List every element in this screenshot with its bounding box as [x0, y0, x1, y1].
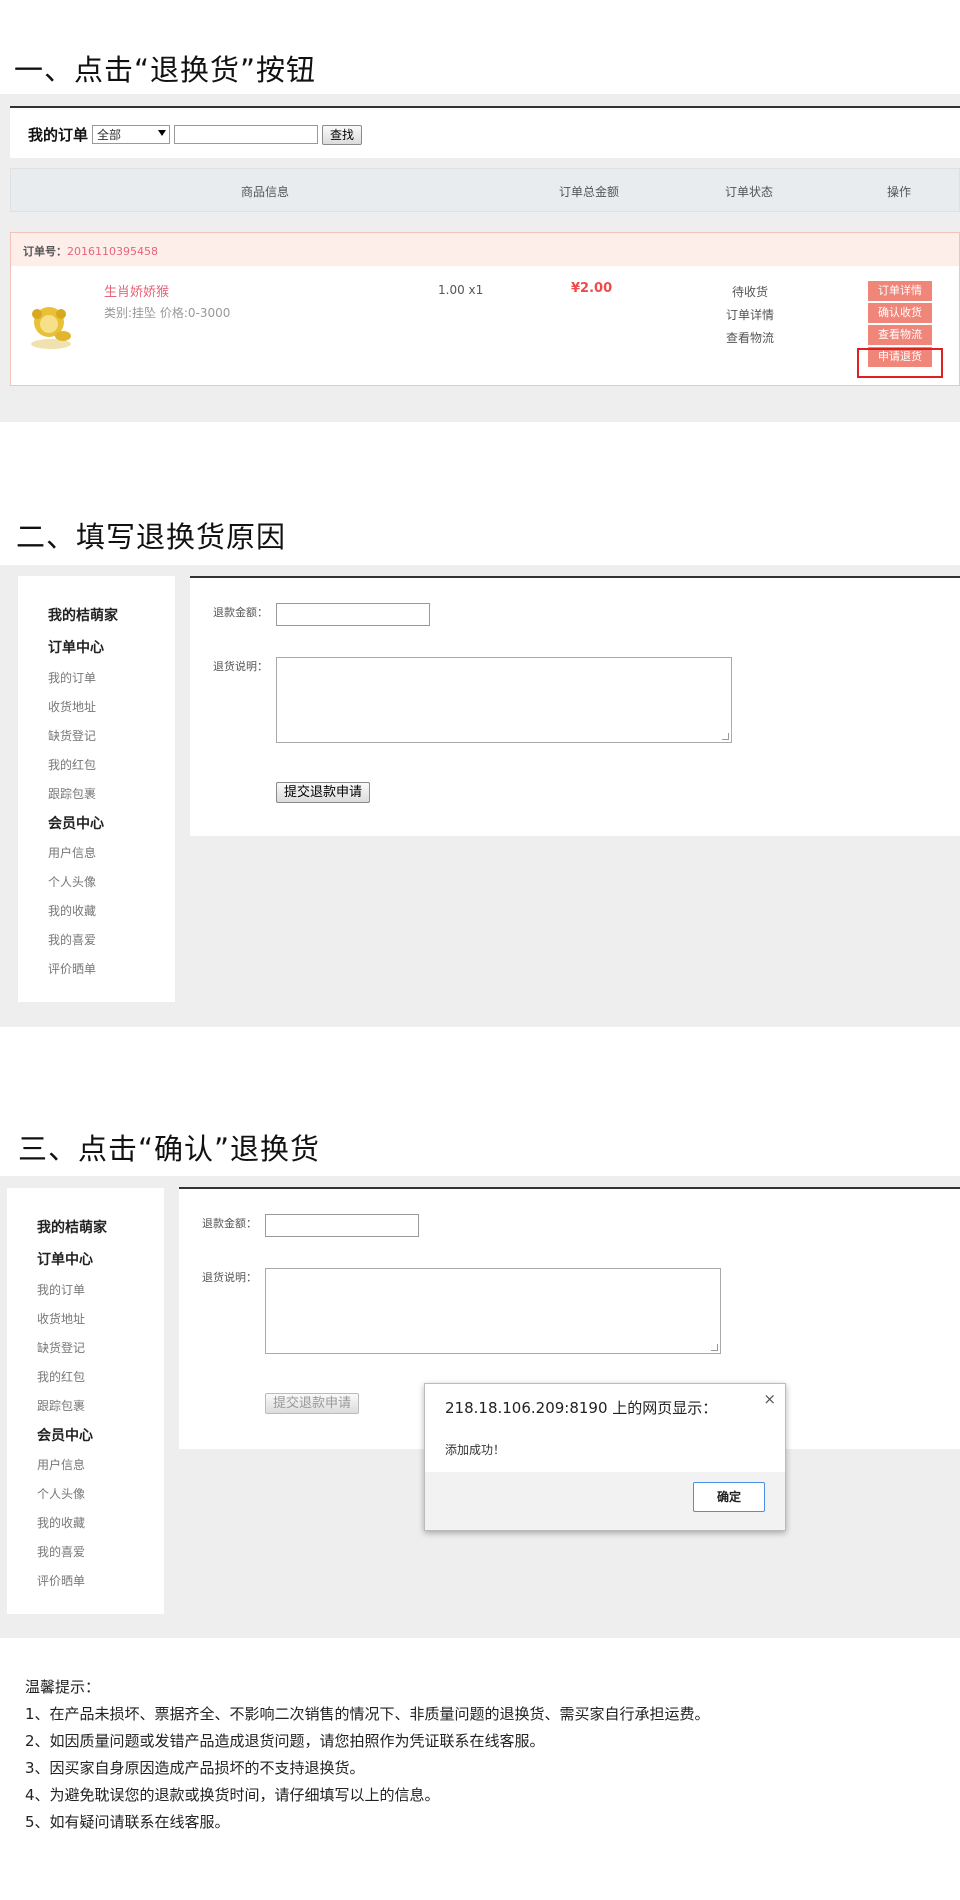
order-number-row: 订单号：2016110395458: [11, 233, 959, 266]
status-pending-receipt: 待收货: [732, 285, 769, 299]
tip-item-2: 2、如因质量问题或发错产品造成退货问题，请您拍照作为凭证联系在线客服。: [25, 1732, 545, 1750]
resize-grip-icon[interactable]: [711, 1344, 718, 1351]
resize-grip-icon[interactable]: [722, 733, 729, 740]
sidebar-item-avatar[interactable]: 个人头像: [37, 1485, 85, 1502]
refund-amount-input[interactable]: [276, 603, 430, 626]
order-search-input[interactable]: [174, 125, 318, 144]
tip-item-4: 4、为避免耽误您的退款或换货时间，请仔细填写以上的信息。: [25, 1786, 440, 1804]
sidebar-item-likes[interactable]: 我的喜爱: [48, 931, 96, 948]
sidebar-item-my-orders[interactable]: 我的订单: [48, 669, 96, 686]
sidebar-heading-member-center[interactable]: 会员中心: [48, 813, 104, 833]
order-search-bar: 我的订单 全部 查找: [10, 106, 960, 158]
sidebar-heading-order-center[interactable]: 订单中心: [48, 637, 104, 657]
sidebar-item-my-orders[interactable]: 我的订单: [37, 1281, 85, 1298]
refund-note-label: 退货说明：: [213, 660, 268, 673]
refund-note-label: 退货说明：: [202, 1271, 257, 1284]
sidebar-3: 我的桔萌家 订单中心 我的订单 收货地址 缺货登记 我的红包 跟踪包裹 会员中心…: [7, 1188, 164, 1614]
order-number-label: 订单号：: [23, 245, 67, 258]
sidebar-heading-order-center[interactable]: 订单中心: [37, 1249, 93, 1269]
sidebar-item-favorites[interactable]: 我的收藏: [37, 1514, 85, 1531]
sidebar-item-track-package[interactable]: 跟踪包裹: [37, 1397, 85, 1414]
sidebar-item-address[interactable]: 收货地址: [37, 1310, 85, 1327]
alert-dialog: 218.18.106.209:8190 上的网页显示： × 添加成功！ 确定: [424, 1383, 786, 1531]
refund-amount-input[interactable]: [265, 1214, 419, 1237]
sidebar-item-reviews[interactable]: 评价晒单: [48, 960, 96, 977]
order-filter-value: 全部: [97, 128, 122, 142]
section3-title: 三、点击“确认”退换货: [18, 1132, 321, 1166]
sidebar-heading-home[interactable]: 我的桔萌家: [37, 1217, 107, 1237]
chevron-down-icon: [158, 130, 166, 136]
sidebar-item-likes[interactable]: 我的喜爱: [37, 1543, 85, 1560]
dialog-title: 218.18.106.209:8190 上的网页显示：: [445, 1399, 718, 1417]
header-actions: 操作: [887, 185, 912, 199]
refund-form-2: 退款金额： 退货说明： 提交退款申请: [190, 576, 960, 836]
section1-title: 一、点击“退换货”按钮: [14, 53, 317, 87]
sidebar-item-stockout[interactable]: 缺货登记: [37, 1339, 85, 1356]
submit-refund-button[interactable]: 提交退款申请: [265, 1393, 359, 1414]
order-card: 订单号：2016110395458 生肖娇娇猴 类别:挂坠 价格:0-3000 …: [10, 232, 960, 386]
product-meta: 类别:挂坠 价格:0-3000: [104, 306, 231, 320]
order-detail-button[interactable]: 订单详情: [868, 281, 932, 301]
header-order-total: 订单总金额: [559, 185, 620, 199]
highlight-box: [857, 348, 943, 378]
product-name-link[interactable]: 生肖娇娇猴: [104, 281, 169, 300]
sidebar-item-address[interactable]: 收货地址: [48, 698, 96, 715]
sidebar-2: 我的桔萌家 订单中心 我的订单 收货地址 缺货登记 我的红包 跟踪包裹 会员中心…: [18, 576, 175, 1002]
sidebar-heading-member-center[interactable]: 会员中心: [37, 1425, 93, 1445]
sidebar-heading-home[interactable]: 我的桔萌家: [48, 605, 118, 625]
tips-title: 温馨提示：: [25, 1678, 101, 1696]
sidebar-item-avatar[interactable]: 个人头像: [48, 873, 96, 890]
refund-note-textarea[interactable]: [265, 1268, 721, 1354]
sidebar-item-track-package[interactable]: 跟踪包裹: [48, 785, 96, 802]
view-logistics-button[interactable]: 查看物流: [868, 325, 932, 345]
sidebar-item-user-info[interactable]: 用户信息: [37, 1456, 85, 1473]
tip-item-5: 5、如有疑问请联系在线客服。: [25, 1813, 230, 1831]
order-table-header: 商品信息 订单总金额 订单状态 操作: [10, 168, 960, 212]
section2-title: 二、填写退换货原因: [16, 520, 287, 554]
my-orders-label: 我的订单: [28, 126, 89, 144]
order-number: 2016110395458: [67, 245, 158, 258]
sidebar-item-reviews[interactable]: 评价晒单: [37, 1572, 85, 1589]
sidebar-item-stockout[interactable]: 缺货登记: [48, 727, 96, 744]
refund-note-textarea[interactable]: [276, 657, 732, 743]
search-button[interactable]: 查找: [322, 125, 362, 145]
refund-amount-label: 退款金额：: [202, 1217, 257, 1230]
product-thumbnail[interactable]: [27, 296, 75, 350]
order-quantity: 1.00 x1: [438, 283, 484, 297]
dialog-footer: 确定: [425, 1472, 785, 1530]
submit-refund-button[interactable]: 提交退款申请: [276, 782, 370, 803]
tip-item-3: 3、因买家自身原因造成产品损坏的不支持退换货。: [25, 1759, 365, 1777]
sidebar-item-red-packet[interactable]: 我的红包: [48, 756, 96, 773]
track-logistics-link[interactable]: 查看物流: [726, 329, 774, 346]
dialog-message: 添加成功！: [445, 1443, 506, 1457]
order-detail-link[interactable]: 订单详情: [726, 306, 774, 323]
ok-button[interactable]: 确定: [693, 1482, 765, 1512]
confirm-receipt-button[interactable]: 确认收货: [868, 303, 932, 323]
tip-item-1: 1、在产品未损坏、票据齐全、不影响二次销售的情况下、非质量问题的退换货、需买家自…: [25, 1705, 710, 1723]
order-price: ¥2.00: [571, 281, 613, 296]
sidebar-item-red-packet[interactable]: 我的红包: [37, 1368, 85, 1385]
sidebar-item-user-info[interactable]: 用户信息: [48, 844, 96, 861]
header-product-info: 商品信息: [241, 185, 290, 199]
header-order-status: 订单状态: [725, 185, 774, 199]
refund-amount-label: 退款金额：: [213, 606, 268, 619]
close-icon[interactable]: ×: [763, 1390, 776, 1408]
sidebar-item-favorites[interactable]: 我的收藏: [48, 902, 96, 919]
order-filter-select[interactable]: 全部: [92, 125, 170, 144]
